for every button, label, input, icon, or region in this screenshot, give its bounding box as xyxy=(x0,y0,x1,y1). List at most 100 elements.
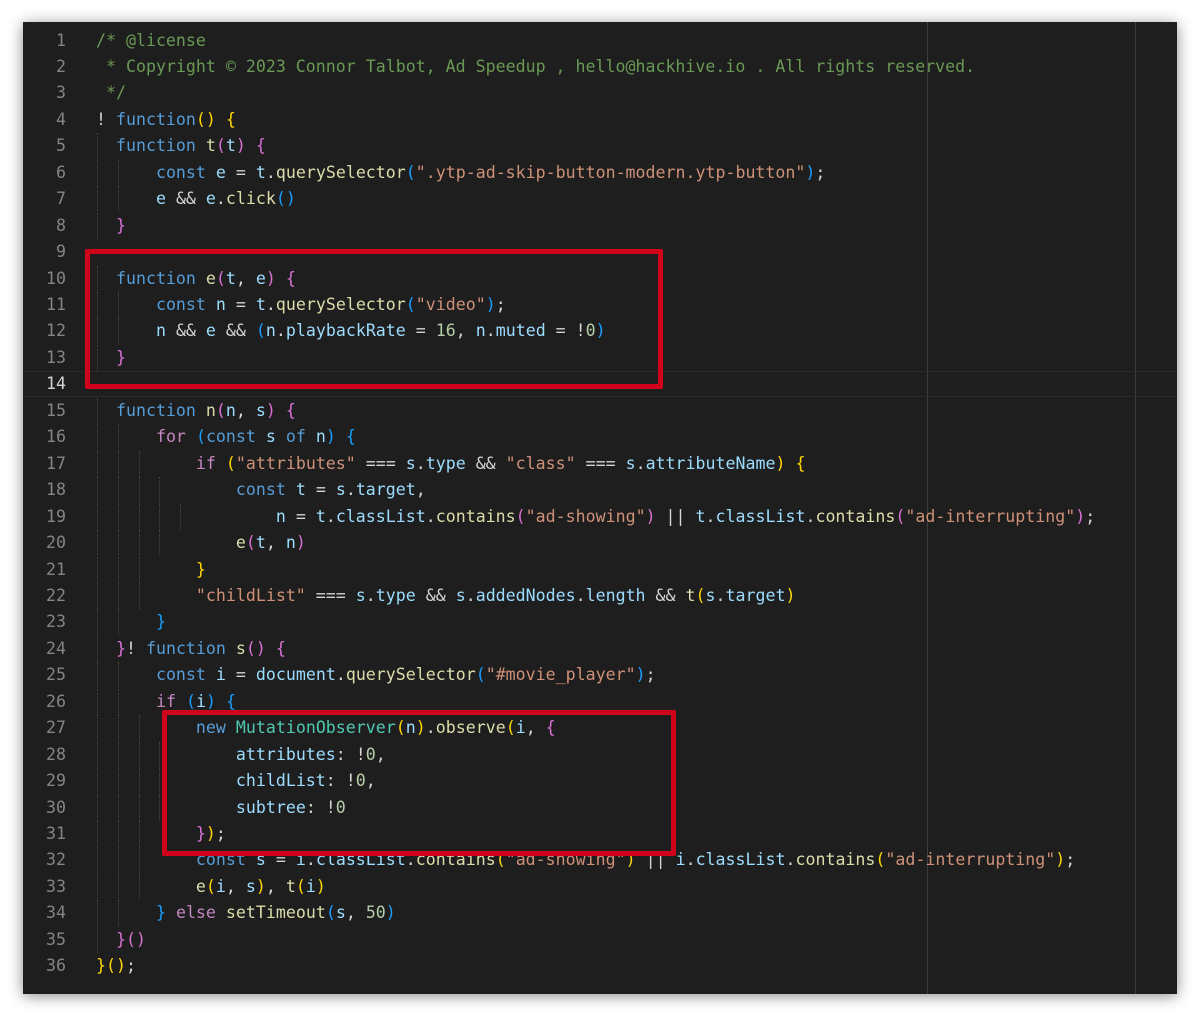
code-line[interactable]: 33 e(i, s), t(i) xyxy=(23,873,1177,900)
code-token: { xyxy=(345,427,356,447)
code-line[interactable]: 35 }() xyxy=(23,926,1177,953)
code-token: contains xyxy=(815,506,896,526)
line-number: 30 xyxy=(46,797,66,817)
code-line[interactable]: 21 } xyxy=(23,556,1177,583)
code-token: const xyxy=(155,665,206,685)
code-token: s xyxy=(355,585,366,605)
code-line[interactable]: 20 e(t, n) xyxy=(23,530,1177,557)
line-number: 19 xyxy=(46,506,66,526)
code-line[interactable]: 34 } else setTimeout(s, 50) xyxy=(23,900,1177,927)
code-token: s xyxy=(405,453,416,473)
code-text: } else setTimeout(s, 50) xyxy=(96,900,396,926)
code-token: querySelector xyxy=(275,162,406,182)
code-line[interactable]: 15 function n(n, s) { xyxy=(23,397,1177,424)
line-number: 20 xyxy=(46,533,66,553)
line-number: 15 xyxy=(46,400,66,420)
code-token: { xyxy=(225,109,236,129)
code-line[interactable]: 1 /* @license xyxy=(23,28,1177,54)
code-token: n xyxy=(285,533,296,553)
code-token: ( xyxy=(875,850,886,870)
code-line[interactable]: 3 */ xyxy=(23,80,1177,106)
code-line[interactable]: 18 const t = s.target, xyxy=(23,477,1177,504)
code-token: ) xyxy=(785,585,796,605)
line-number: 24 xyxy=(46,638,66,658)
code-line[interactable]: 25 const i = document.querySelector("#mo… xyxy=(23,662,1177,689)
code-token: click xyxy=(225,189,276,209)
code-token: * Copyright © 2023 Connor Talbot, Ad Spe… xyxy=(96,56,976,76)
code-token: querySelector xyxy=(345,665,476,685)
code-token: "ad-showing" xyxy=(525,506,646,526)
code-token: ( xyxy=(205,876,216,896)
line-number: 25 xyxy=(46,665,66,685)
code-line[interactable]: 2 * Copyright © 2023 Connor Talbot, Ad S… xyxy=(23,54,1177,80)
code-token: t xyxy=(255,533,266,553)
code-token: t xyxy=(685,585,696,605)
code-text: /* @license xyxy=(96,28,206,54)
code-token: () xyxy=(275,189,296,209)
code-token: ) xyxy=(265,400,276,420)
code-token: || xyxy=(655,506,696,526)
code-line[interactable]: 19 n = t.classList.contains("ad-showing"… xyxy=(23,503,1177,530)
line-number: 22 xyxy=(46,585,66,605)
code-token: && xyxy=(465,453,506,473)
code-token: const xyxy=(235,480,286,500)
code-token: ( xyxy=(895,506,906,526)
code-token: ( xyxy=(405,162,416,182)
code-token: const xyxy=(155,162,206,182)
line-number: 29 xyxy=(46,771,66,791)
code-line[interactable]: 8 } xyxy=(23,212,1177,239)
code-line[interactable]: 16 for (const s of n) { xyxy=(23,424,1177,451)
code-token: i xyxy=(675,850,686,870)
code-line[interactable]: 5 function t(t) { xyxy=(23,133,1177,160)
code-token: of xyxy=(285,427,306,447)
code-line[interactable]: 36}(); xyxy=(23,953,1177,979)
code-token: , xyxy=(415,480,426,500)
code-line[interactable]: 22 "childList" === s.type && s.addedNode… xyxy=(23,582,1177,609)
code-line[interactable]: 23 } xyxy=(23,609,1177,636)
line-number: 12 xyxy=(46,321,66,341)
line-number: 34 xyxy=(46,903,66,923)
code-token: && xyxy=(415,585,456,605)
code-token: { xyxy=(225,691,236,711)
code-line[interactable]: 7 e && e.click() xyxy=(23,186,1177,213)
code-token: ; xyxy=(1085,506,1096,526)
code-token: . xyxy=(365,585,376,605)
code-editor[interactable]: 1 /* @license 2 * Copyright © 2023 Connor … xyxy=(23,22,1177,994)
line-number: 33 xyxy=(46,876,66,896)
code-token: . xyxy=(715,585,726,605)
code-line[interactable]: 24 }! function s() { xyxy=(23,635,1177,662)
code-token: ) xyxy=(1055,850,1066,870)
code-token: i xyxy=(215,665,226,685)
code-line[interactable]: 17 if ("attributes" === s.type && "class… xyxy=(23,450,1177,477)
code-token: /* @license xyxy=(96,30,206,50)
code-token: e xyxy=(195,876,206,896)
code-line[interactable]: 6 const e = t.querySelector(".ytp-ad-ski… xyxy=(23,159,1177,186)
code-token: s xyxy=(265,427,276,447)
line-number: 11 xyxy=(46,295,66,314)
code-token: } xyxy=(96,956,106,976)
code-token: ( xyxy=(515,506,526,526)
code-token: } xyxy=(115,638,126,658)
code-token: . xyxy=(465,585,476,605)
code-token: if xyxy=(195,453,216,473)
code-token: . xyxy=(415,453,426,473)
code-token: () xyxy=(125,929,146,949)
line-number: 28 xyxy=(46,744,66,764)
code-token: . xyxy=(705,506,716,526)
code-token: ) xyxy=(325,427,336,447)
code-token: ( xyxy=(215,136,226,156)
code-text: e(t, n) xyxy=(96,530,306,556)
line-number: 5 xyxy=(56,136,66,156)
code-token: { xyxy=(285,400,296,420)
code-line[interactable]: 4! function() { xyxy=(23,107,1177,133)
code-token: s xyxy=(335,480,346,500)
code-token: = xyxy=(225,162,256,182)
